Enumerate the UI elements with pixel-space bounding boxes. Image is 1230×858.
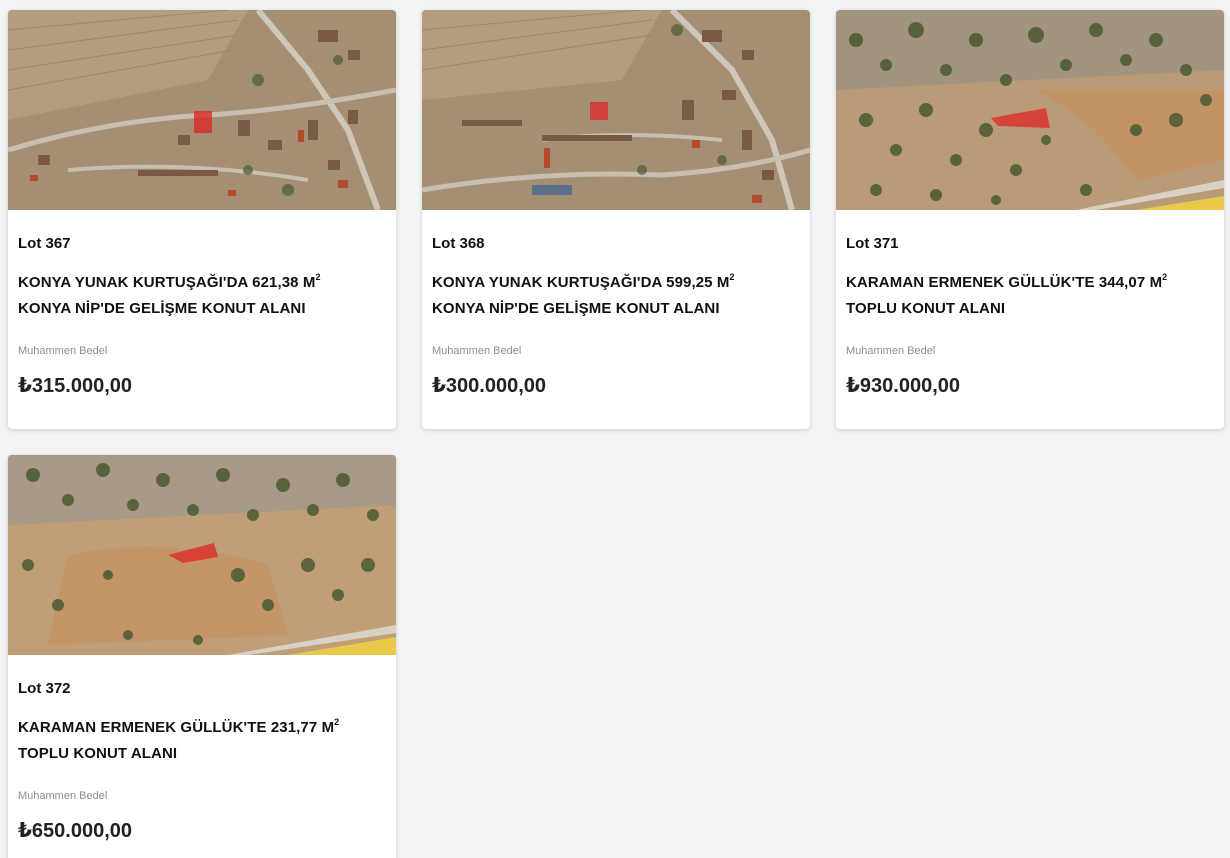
price-label: Muhammen Bedel [18,345,108,357]
lot-card[interactable]: Lot 371 KARAMAN ERMENEK GÜLLÜK'TE 344,07… [836,10,1224,429]
lot-title-line1: KARAMAN ERMENEK GÜLLÜK'TE 231,77 M [18,719,335,736]
lot-grid: Lot 367 KONYA YUNAK KURTUŞAĞI'DA 621,38 … [0,0,1230,858]
lot-title-sup: 2 [334,717,340,727]
price-label: Muhammen Bedel [18,790,108,802]
lot-title-line2: KONYA NİP'DE GELİŞME KONUT ALANI [432,300,720,317]
lot-number: Lot 367 [18,235,71,252]
lot-title-line1: KARAMAN ERMENEK GÜLLÜK'TE 344,07 M [846,274,1163,291]
lot-title-line1: KONYA YUNAK KURTUŞAĞI'DA 621,38 M [18,274,316,291]
lot-title-sup: 2 [729,272,735,282]
price-label: Muhammen Bedel [846,345,936,357]
lot-number: Lot 371 [846,235,899,252]
lot-title[interactable]: KARAMAN ERMENEK GÜLLÜK'TE 231,77 M2 TOPL… [18,709,386,767]
lot-title-line1: KONYA YUNAK KURTUŞAĞI'DA 599,25 M [432,274,730,291]
village-aerial-map [422,10,810,210]
lot-card[interactable]: Lot 367 KONYA YUNAK KURTUŞAĞI'DA 621,38 … [8,10,396,429]
lot-image[interactable] [422,10,810,210]
lot-card[interactable]: Lot 368 KONYA YUNAK KURTUŞAĞI'DA 599,25 … [422,10,810,429]
lot-price: ₺315.000,00 [18,375,133,397]
terrain-aerial-map [836,10,1224,210]
lot-title-sup: 2 [1162,272,1168,282]
lot-title[interactable]: KARAMAN ERMENEK GÜLLÜK'TE 344,07 M2 TOPL… [846,264,1214,322]
lot-title-line2: KONYA NİP'DE GELİŞME KONUT ALANI [18,300,306,317]
lot-image[interactable] [836,10,1224,210]
lot-title[interactable]: KONYA YUNAK KURTUŞAĞI'DA 621,38 M2 KONYA… [18,264,386,322]
lot-price: ₺930.000,00 [846,375,961,397]
lot-title[interactable]: KONYA YUNAK KURTUŞAĞI'DA 599,25 M2 KONYA… [432,264,800,322]
lot-card[interactable]: Lot 372 KARAMAN ERMENEK GÜLLÜK'TE 231,77… [8,455,396,858]
lot-price: ₺650.000,00 [18,820,133,842]
lot-title-line2: TOPLU KONUT ALANI [846,300,1006,317]
lot-number: Lot 372 [18,680,71,697]
lot-title-sup: 2 [315,272,321,282]
price-label: Muhammen Bedel [432,345,522,357]
lot-image[interactable] [8,10,396,210]
lot-title-line2: TOPLU KONUT ALANI [18,745,178,762]
lot-number: Lot 368 [432,235,485,252]
terrain-aerial-map [8,455,396,655]
lot-price: ₺300.000,00 [432,375,547,397]
lot-image[interactable] [8,455,396,655]
village-aerial-map [8,10,396,210]
